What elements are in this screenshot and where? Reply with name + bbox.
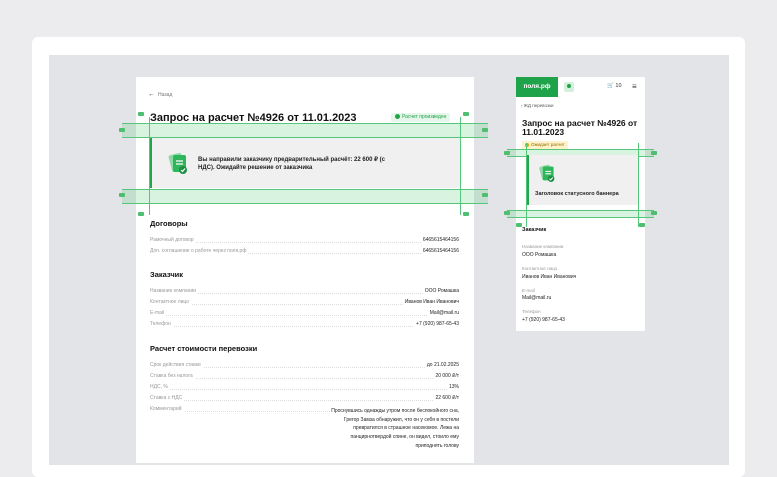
mobile-guide-line-right	[638, 143, 639, 227]
row-key: Рамочный договор	[150, 237, 196, 243]
mobile-back-label: ЖД перевозки	[523, 103, 554, 108]
field-value: +7 (920) 987-65-43	[522, 317, 565, 323]
row-key: Доп. соглашение о работе через поля.рф	[150, 248, 249, 254]
document-check-icon	[538, 163, 556, 188]
detail-row-comment: Комментарий	[150, 406, 330, 414]
row-key: Телефон	[150, 321, 173, 327]
guide-tag	[651, 211, 657, 215]
field-label: E-mail	[522, 288, 535, 293]
guide-tag	[119, 193, 125, 197]
menu-icon[interactable]: ≡	[632, 83, 637, 91]
comment-text: Проснувшись однажды утром после беспокой…	[331, 408, 459, 449]
logo[interactable]: поля.рф	[516, 77, 558, 97]
mobile-section-heading: Заказчик	[522, 227, 547, 233]
section-heading-customer: Заказчик	[150, 270, 184, 279]
row-key: Ставка с НДС	[150, 395, 185, 401]
cart-button[interactable]: 🛒 10	[607, 83, 622, 89]
mobile-banner-title: Заголовок статусного баннера	[535, 191, 619, 197]
guide-tag	[138, 212, 144, 216]
guide-tag	[639, 223, 645, 227]
guide-tag	[119, 128, 125, 132]
row-key: НДС, %	[150, 384, 170, 390]
detail-row: Телефон +7 (920) 987-65-43	[150, 321, 459, 329]
mobile-guide-bottom	[507, 210, 654, 218]
guide-tag	[463, 212, 469, 216]
row-key: Контактное лицо	[150, 299, 192, 305]
field-label: Контактное лицо	[522, 266, 558, 271]
mobile-back-link[interactable]: ‹ ЖД перевозки	[521, 103, 554, 108]
guide-tag	[463, 112, 469, 116]
guide-tag	[482, 193, 488, 197]
arrow-left-icon: ←	[148, 91, 155, 98]
mobile-status-badge: Ожидает расчет	[522, 141, 568, 149]
mobile-page-title: Запрос на расчет №4926 от 11.01.2023	[522, 118, 638, 137]
cart-count: 10	[615, 83, 622, 89]
guide-tag	[504, 151, 510, 155]
row-key: Название компании	[150, 288, 199, 294]
banner-accent-bar	[527, 155, 529, 205]
detail-row: Рамочный договор 6465615464156	[150, 237, 459, 245]
mobile-header: поля.рф 🛒 10 ≡	[516, 77, 645, 97]
row-key: Комментарий	[150, 406, 184, 412]
row-value: 22 600 ₽/т	[433, 395, 459, 401]
section-heading-pricing: Расчет стоимости перевозки	[150, 344, 258, 353]
guide-tag	[651, 151, 657, 155]
mobile-status-banner: Заголовок статусного баннера	[527, 155, 638, 205]
detail-row: Ставка с НДС 22 600 ₽/т	[150, 395, 459, 403]
mobile-status-label: Ожидает расчет	[531, 142, 565, 147]
row-value: 20 000 ₽/т	[433, 373, 459, 379]
status-badge: Расчет произведен	[391, 113, 451, 122]
detail-row: Контактное лицо Иванов Иван Иванович	[150, 299, 459, 307]
guide-tag	[138, 112, 144, 116]
mobile-artboard: поля.рф 🛒 10 ≡ ‹ ЖД перевозки Запрос на …	[504, 77, 657, 331]
field-label: Телефон	[522, 309, 541, 314]
back-link[interactable]: ← Назад	[148, 91, 172, 98]
field-value: Mail@mail.ru	[522, 295, 552, 301]
banner-accent-bar	[150, 138, 152, 188]
check-circle-icon	[395, 114, 400, 120]
row-value: 6465615464156	[420, 248, 459, 254]
row-key: E-mail	[150, 310, 167, 316]
document-check-icon	[167, 151, 189, 180]
row-value: +7 (920) 987-65-43	[414, 321, 459, 327]
back-label: Назад	[158, 92, 173, 98]
detail-row: Ставка без налога 20 000 ₽/т	[150, 373, 459, 381]
row-key: Срок действия ставки	[150, 362, 203, 368]
guide-tag	[482, 128, 488, 132]
row-value: ООО Ромашка	[422, 288, 459, 294]
user-icon[interactable]	[564, 82, 574, 92]
status-badge-label: Расчет произведен	[402, 114, 447, 120]
status-banner: Вы направили заказчику предварительный р…	[150, 138, 460, 188]
detail-row: E-mail Mail@mail.ru	[150, 310, 459, 318]
row-value: 6465615464156	[420, 237, 459, 243]
spacing-guide-top	[122, 123, 488, 138]
detail-row: Доп. соглашение о работе через поля.рф 64…	[150, 248, 459, 256]
guide-line-right	[460, 117, 461, 215]
row-value: Иванов Иван Иванович	[402, 299, 459, 305]
field-value: Иванов Иван Иванович	[522, 274, 577, 280]
row-value: 13%	[446, 384, 459, 390]
row-key: Ставка без налога	[150, 373, 195, 379]
field-value: ООО Ромашка	[522, 252, 557, 258]
row-value: Mail@mail.ru	[427, 310, 459, 316]
row-value: до 21.02.2025	[424, 362, 459, 368]
detail-row: Срок действия ставки до 21.02.2025	[150, 362, 459, 370]
spacing-guide-bottom	[122, 189, 488, 204]
cart-icon: 🛒	[607, 83, 614, 89]
detail-row: НДС, % 13%	[150, 384, 459, 392]
section-heading-contracts: Договоры	[150, 219, 188, 228]
banner-text: Вы направили заказчику предварительный р…	[198, 157, 385, 171]
design-board: ← Назад Запрос на расчет №4926 от 11.01.2…	[0, 0, 777, 477]
desktop-artboard: ← Назад Запрос на расчет №4926 от 11.01.2…	[119, 77, 488, 463]
detail-row: Название компании ООО Ромашка	[150, 288, 459, 296]
field-label: Название компании	[522, 244, 564, 249]
guide-tag	[504, 211, 510, 215]
